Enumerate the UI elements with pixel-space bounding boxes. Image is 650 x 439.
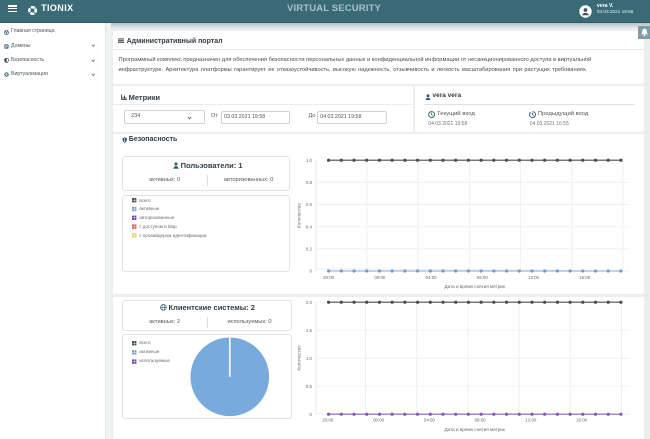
svg-text:20:00: 20:00: [323, 275, 335, 280]
svg-text:Количество: Количество: [297, 345, 302, 371]
svg-text:0.5: 0.5: [306, 384, 313, 389]
svg-text:0.6: 0.6: [306, 202, 313, 207]
svg-text:04:00: 04:00: [426, 275, 438, 280]
svg-text:Количество: Количество: [297, 203, 302, 229]
svg-text:0.2: 0.2: [306, 247, 313, 252]
svg-text:12:00: 12:00: [525, 418, 537, 423]
svg-text:Дата и время снятия метрик: Дата и время снятия метрик: [445, 427, 506, 432]
svg-text:12:00: 12:00: [528, 275, 540, 280]
svg-text:2.0: 2.0: [306, 300, 313, 305]
svg-text:00:00: 00:00: [374, 275, 386, 280]
svg-text:04:00: 04:00: [424, 418, 436, 423]
svg-text:1.0: 1.0: [306, 356, 313, 361]
svg-text:00:00: 00:00: [373, 418, 385, 423]
svg-text:08:00: 08:00: [477, 275, 489, 280]
svg-text:16:00: 16:00: [576, 418, 588, 423]
svg-text:1.5: 1.5: [306, 328, 313, 333]
svg-text:0: 0: [310, 412, 313, 417]
svg-text:08:00: 08:00: [475, 418, 487, 423]
svg-text:0.8: 0.8: [306, 180, 313, 185]
svg-text:0.4: 0.4: [306, 224, 313, 229]
svg-text:20:00: 20:00: [322, 418, 334, 423]
svg-text:Дата и время снятия метрик: Дата и время снятия метрик: [445, 284, 506, 289]
svg-text:16:00: 16:00: [579, 275, 591, 280]
svg-text:0: 0: [310, 269, 313, 274]
svg-text:1.0: 1.0: [306, 158, 313, 163]
